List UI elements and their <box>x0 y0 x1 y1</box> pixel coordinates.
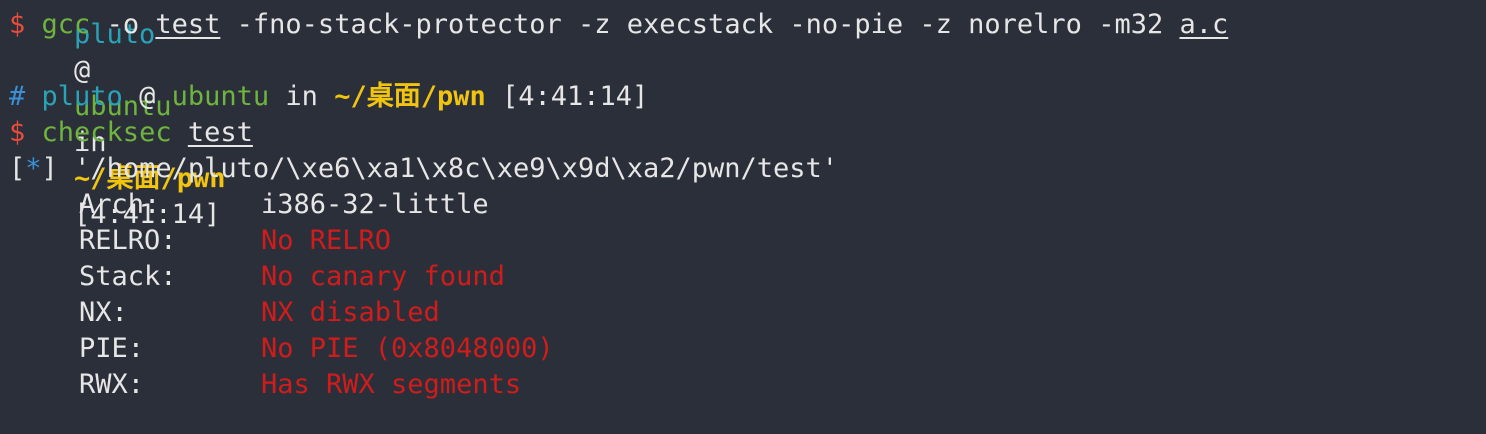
result-label: NX: <box>79 297 128 328</box>
marker-bracket-close: ] <box>41 153 58 184</box>
result-label: Arch: <box>79 189 161 220</box>
prompt-at: @ <box>139 81 156 112</box>
prompt-path: ~/桌面/pwn <box>334 81 486 112</box>
prompt-user: pluto <box>41 81 123 112</box>
command-flags: -fno-stack-protector -z execstack -no-pi… <box>236 9 1164 40</box>
prompt-hash: # <box>9 81 26 112</box>
result-label: RELRO: <box>79 225 177 256</box>
command-name: gcc <box>41 9 91 40</box>
command-arg: -o <box>106 9 140 40</box>
result-value: Has RWX segments <box>261 369 522 400</box>
terminal-window[interactable]: pluto @ ubuntu in ~/桌面/pwn [4:41:14] $ g… <box>0 0 1486 434</box>
command-output-file: test <box>155 9 221 40</box>
checksec-result-header: [*] '/home/pluto/\xe6\xa1\x8c\xe9\x9d\xa… <box>9 151 838 187</box>
prompt-host: ubuntu <box>171 81 270 112</box>
result-label: RWX: <box>79 369 145 400</box>
result-row-nx: NX: NX disabled <box>9 295 440 331</box>
result-row-stack: Stack: No canary found <box>9 259 505 295</box>
command-source-file: a.c <box>1179 9 1229 40</box>
marker-bracket-open: [ <box>9 153 26 184</box>
result-label: Stack: <box>79 261 177 292</box>
result-row-rwx: RWX: Has RWX segments <box>9 367 521 403</box>
command-target-file: test <box>187 117 253 148</box>
prompt-in: in <box>285 81 318 112</box>
info-star-icon: * <box>25 153 42 184</box>
result-value: No canary found <box>261 261 505 292</box>
result-row-arch: Arch: i386-32-little <box>9 187 489 223</box>
result-file-path: '/home/pluto/\xe6\xa1\x8c\xe9\x9d\xa2/pw… <box>74 153 839 184</box>
shell-prompt-line: # pluto @ ubuntu in ~/桌面/pwn [4:41:14] <box>9 79 648 115</box>
gcc-command-line: $ gcc -o test -fno-stack-protector -z ex… <box>9 7 1228 43</box>
result-value: i386-32-little <box>261 189 489 220</box>
result-row-relro: RELRO: No RELRO <box>9 223 391 259</box>
checksec-command-line: $ checksec test <box>9 115 253 151</box>
result-value: No PIE (0x8048000) <box>261 333 554 364</box>
result-label: PIE: <box>79 333 145 364</box>
prompt-time: [4:41:14] <box>502 81 649 112</box>
result-row-pie: PIE: No PIE (0x8048000) <box>9 331 554 367</box>
prompt-dollar: $ <box>9 9 26 40</box>
command-name: checksec <box>41 117 172 148</box>
result-value: NX disabled <box>261 297 440 328</box>
prompt-dollar: $ <box>9 117 26 148</box>
result-value: No RELRO <box>261 225 392 256</box>
